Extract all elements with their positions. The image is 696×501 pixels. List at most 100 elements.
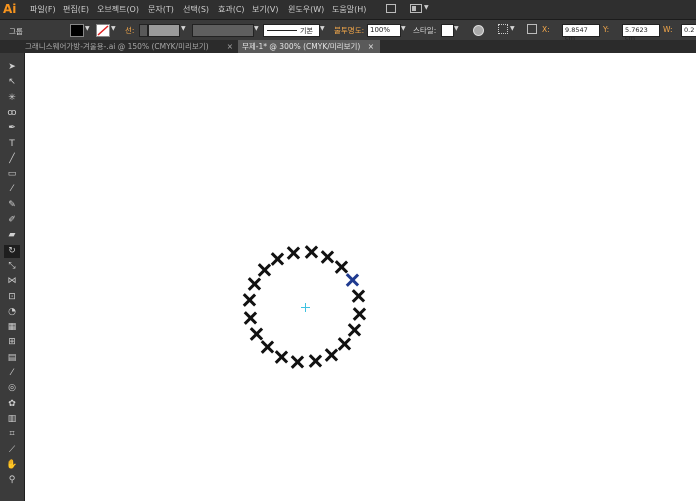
artboard-tool-button[interactable]: ⌗ [4,428,20,441]
pencil-tool-button[interactable]: ✎ [4,199,20,212]
menu-object[interactable]: 오브젝트(O) [97,4,139,15]
menu-file[interactable]: 파일(F) [30,4,56,15]
opacity-field[interactable]: 100% [367,24,401,37]
rotate-tool-button[interactable]: ↻ [4,244,20,258]
recolor-artwork-icon[interactable] [473,25,484,36]
x-shape[interactable] [308,354,322,368]
eraser-tool-button[interactable]: ▰ [4,229,20,242]
x-shape[interactable] [242,293,256,307]
close-icon[interactable]: × [368,40,374,53]
free-transform-icon: ⊡ [8,291,16,302]
x-shape[interactable] [320,250,334,264]
slice-tool-button[interactable]: ⟋ [4,444,20,457]
rotate-icon: ↻ [8,245,16,256]
tab-document-1[interactable]: 그래니스웨어가방-겨울용-.ai @ 150% (CMYK/미리보기) × [21,40,236,53]
tab-document-2[interactable]: 무제-1* @ 300% (CMYK/미리보기) × [238,40,380,53]
style-dropdown-icon[interactable]: ▼ [454,25,459,32]
w-value: 0.2 [684,26,695,34]
scale-icon: ⤡ [8,260,16,271]
x-shape[interactable] [324,348,338,362]
bridge-icon[interactable] [386,4,396,13]
brush-definition[interactable]: 기본 [263,24,320,37]
artboard-canvas[interactable] [25,53,696,501]
x-shape[interactable] [347,323,361,337]
opacity-dropdown-icon[interactable]: ▼ [401,25,406,32]
reference-point-icon[interactable] [527,24,537,34]
x-shape[interactable] [249,327,263,341]
opacity-label[interactable]: 불투명도: [334,25,364,36]
lasso-tool-button[interactable]: ꝏ [4,107,20,120]
blob-brush-tool-button[interactable]: ✐ [4,214,20,227]
width-tool-button[interactable]: ⋈ [4,275,20,288]
x-shape[interactable] [351,289,365,303]
x-shape[interactable] [247,277,261,291]
y-label[interactable]: Y: [603,25,609,34]
selection-tool-button[interactable]: ➤ [4,61,20,74]
x-shape[interactable] [257,263,271,277]
fill-swatch[interactable] [70,24,84,37]
x-shape[interactable] [290,355,304,369]
paintbrush-icon: ⁄ [11,184,13,195]
stroke-dropdown-icon[interactable]: ▼ [111,25,116,32]
x-label[interactable]: X: [542,25,550,34]
hand-tool-button[interactable]: ✋ [4,459,20,472]
chevron-down-icon[interactable]: ▼ [424,4,429,11]
x-shape[interactable] [334,260,348,274]
menu-type[interactable]: 문자(T) [148,4,174,15]
w-field[interactable]: 0.2 [681,24,696,37]
perspective-grid-tool-button[interactable]: ▦ [4,321,20,334]
arrange-documents-icon[interactable] [410,4,422,13]
mesh-tool-button[interactable]: ⊞ [4,336,20,349]
symbol-sprayer-tool-button[interactable]: ✿ [4,398,20,411]
menu-select[interactable]: 선택(S) [183,4,209,15]
y-field[interactable]: 5.7623 cm [622,24,660,42]
close-icon[interactable]: × [227,40,233,53]
free-transform-tool-button[interactable]: ⊡ [4,291,20,304]
menu-window[interactable]: 윈도우(W) [288,4,324,15]
menu-view[interactable]: 보기(V) [252,4,278,15]
fill-dropdown-icon[interactable]: ▼ [85,25,90,32]
x-shape[interactable] [352,307,366,321]
graphic-style-swatch[interactable] [441,24,454,37]
zoom-tool-button[interactable]: ⚲ [4,474,20,487]
menu-edit[interactable]: 편집(E) [63,4,89,15]
x-shape[interactable] [243,311,257,325]
stroke-weight-dropdown-icon[interactable]: ▼ [181,25,186,32]
column-graph-tool-button[interactable]: ▥ [4,413,20,426]
width-icon: ⋈ [7,276,17,287]
x-shape[interactable] [286,246,300,260]
stroke-weight-stepper[interactable] [139,24,148,37]
profile-dropdown-icon[interactable]: ▼ [254,25,259,32]
x-shape[interactable] [304,245,318,259]
w-label[interactable]: W: [663,25,673,34]
brush-dropdown-icon[interactable]: ▼ [320,25,325,32]
stroke-weight-field[interactable] [148,24,180,37]
rotation-center-icon[interactable] [301,303,310,312]
x-shape[interactable] [345,273,359,287]
pen-tool-button[interactable]: ✒ [4,122,20,135]
magic-wand-tool-button[interactable]: ✳ [4,92,20,105]
menu-help[interactable]: 도움말(H) [332,4,366,15]
stroke-label[interactable]: 선: [125,25,134,36]
align-icon[interactable] [498,24,508,34]
shape-builder-tool-button[interactable]: ◔ [4,306,20,319]
line-icon: ╱ [9,153,15,164]
x-shape[interactable] [274,350,288,364]
scale-tool-button[interactable]: ⤡ [4,260,20,273]
x-shape[interactable] [270,252,284,266]
line-tool-button[interactable]: ╱ [4,153,20,166]
direct-selection-tool-button[interactable]: ↖ [4,76,20,89]
x-shape[interactable] [337,337,351,351]
variable-width-profile[interactable] [192,24,254,37]
x-field[interactable]: 9.8547 cm [562,24,600,42]
eyedropper-tool-button[interactable]: ⁄ [4,367,20,380]
paintbrush-tool-button[interactable]: ⁄ [4,183,20,196]
type-tool-button[interactable]: T [4,138,20,151]
x-shape[interactable] [260,340,274,354]
blend-tool-button[interactable]: ◎ [4,382,20,395]
gradient-tool-button[interactable]: ▤ [4,352,20,365]
rectangle-tool-button[interactable]: ▭ [4,168,20,181]
stroke-swatch[interactable] [96,24,110,37]
align-dropdown-icon[interactable]: ▼ [510,25,515,32]
menu-effect[interactable]: 효과(C) [218,4,245,15]
